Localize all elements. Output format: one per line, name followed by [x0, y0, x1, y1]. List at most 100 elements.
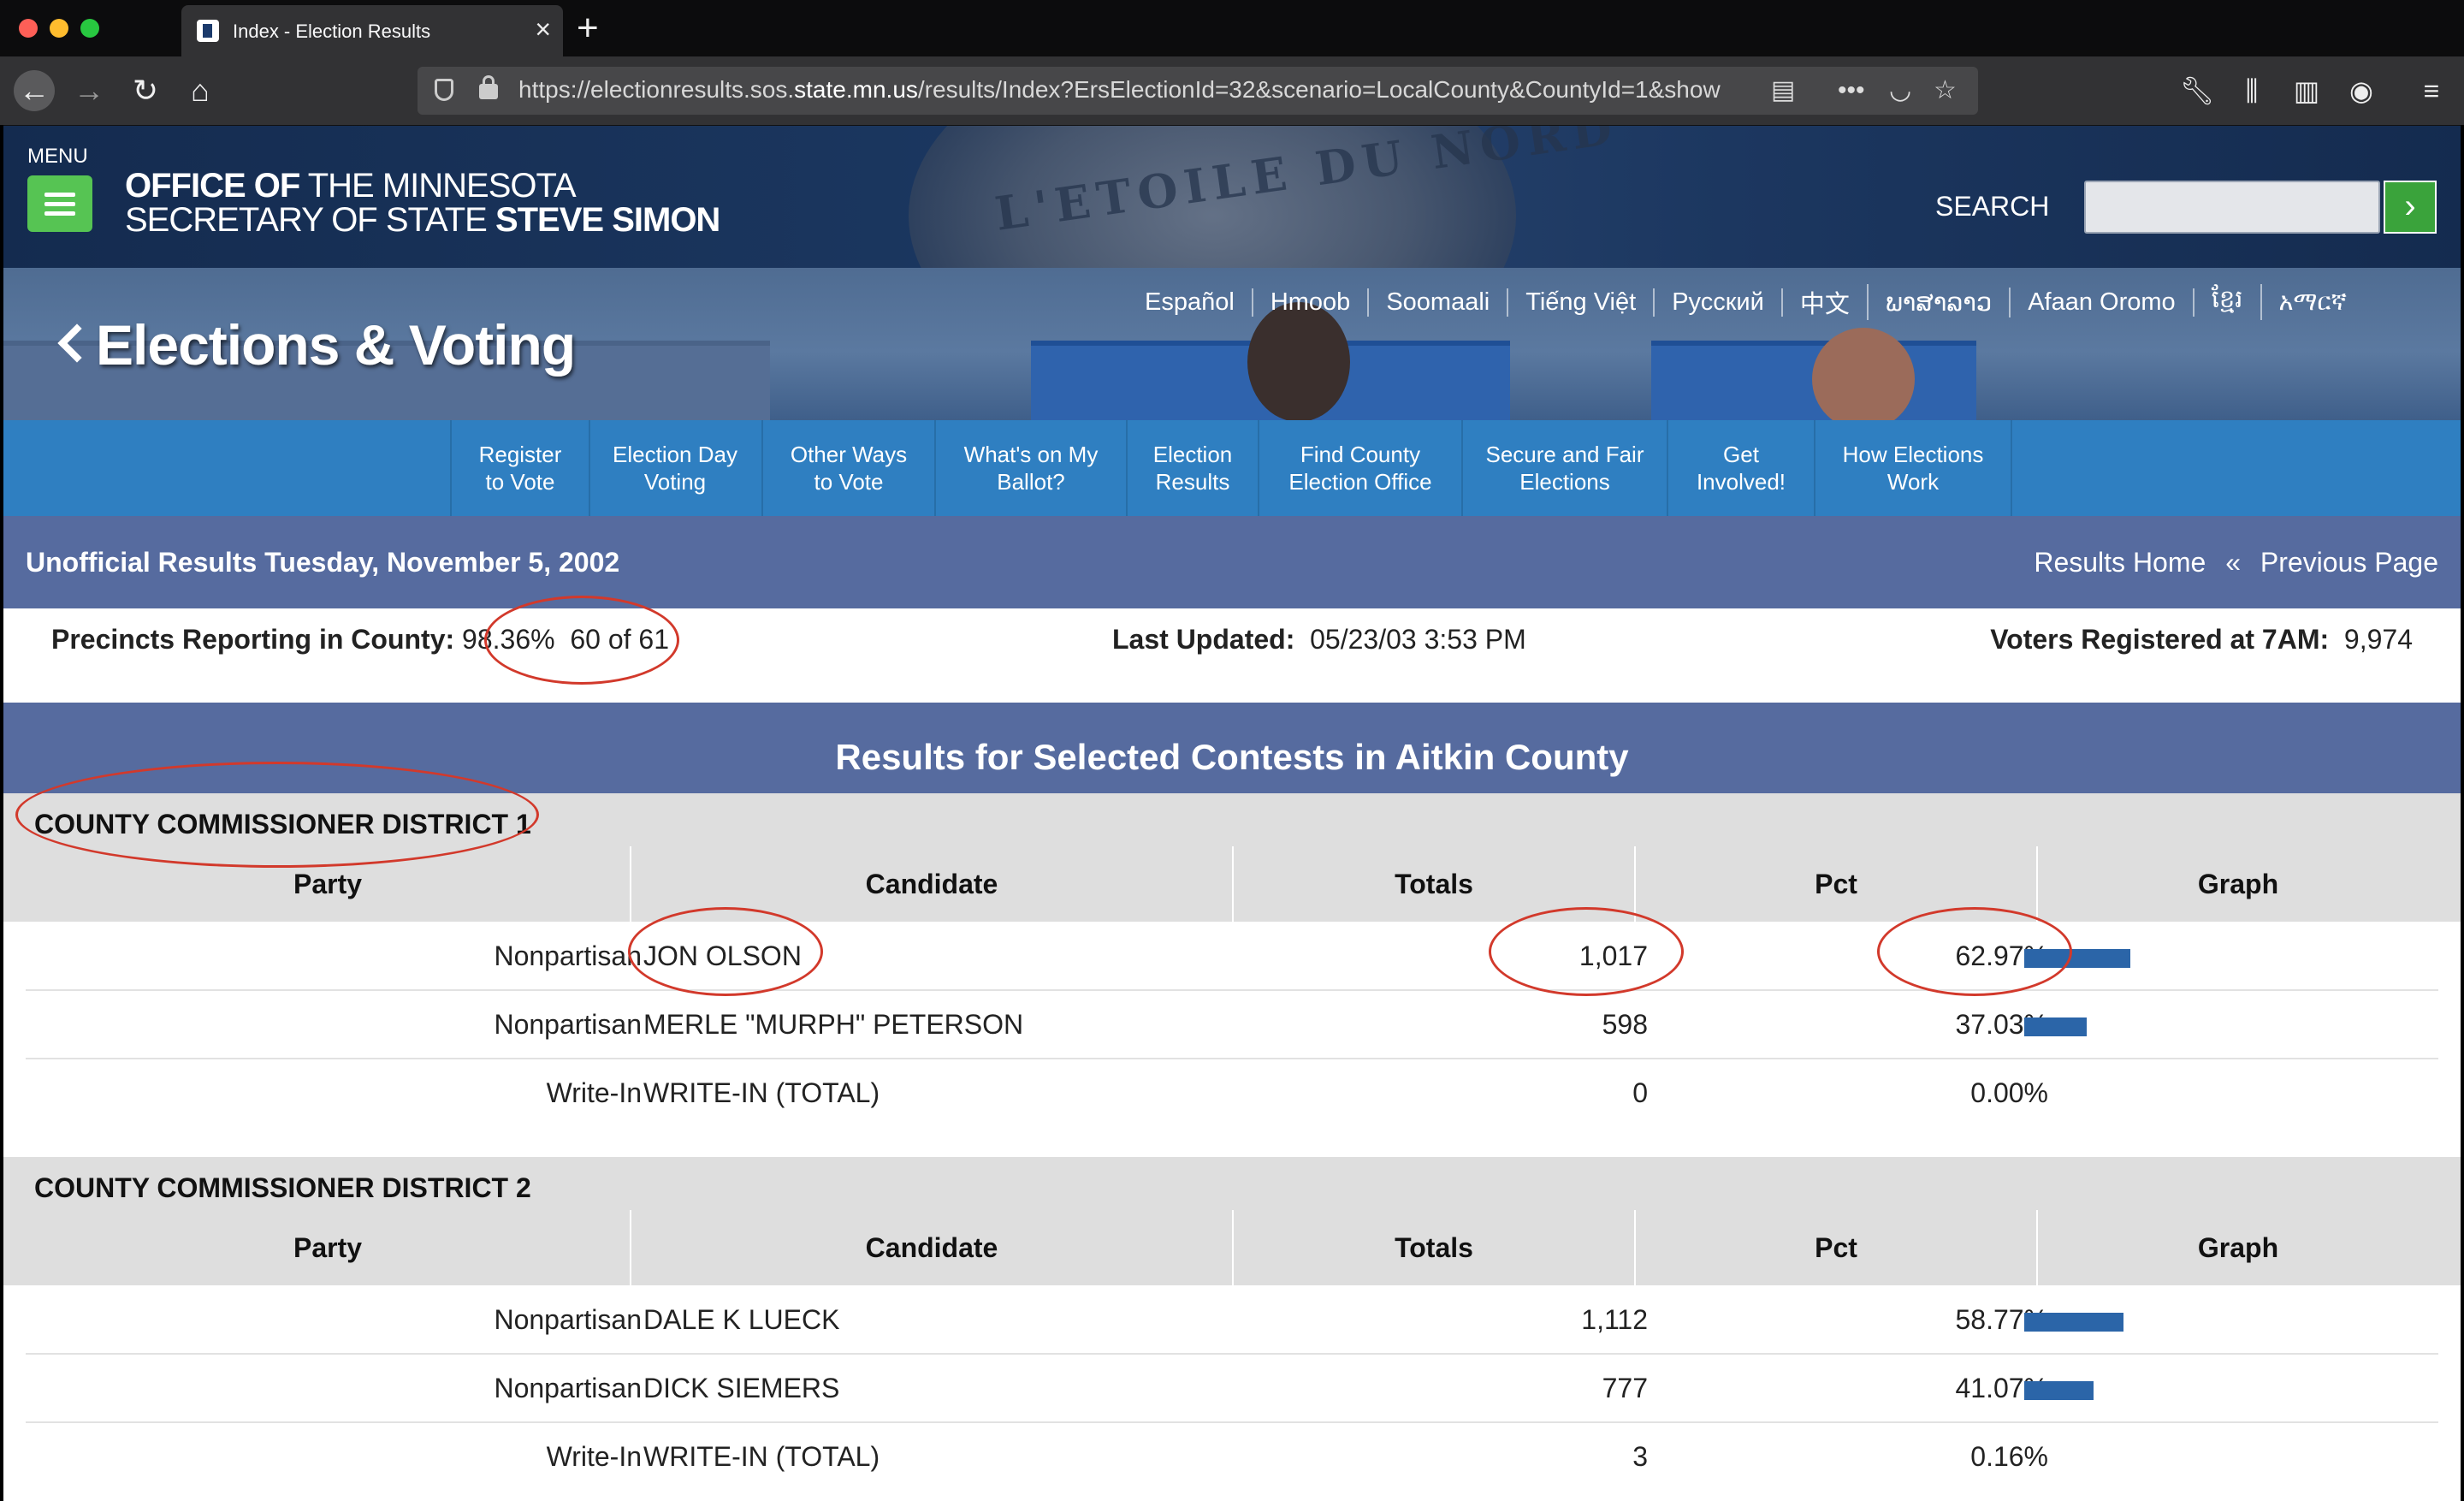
nav-item-label: Other Ways [790, 442, 908, 467]
column-header[interactable]: Party [26, 1210, 630, 1285]
results-heading: Unofficial Results Tuesday, November 5, … [26, 547, 620, 578]
language-link[interactable]: Tiếng Việt [1508, 288, 1656, 317]
totals-cell: 3 [1632, 1441, 1648, 1472]
nav-item[interactable]: How Elections Work [1815, 420, 2012, 516]
column-header[interactable]: Totals [1232, 1210, 1634, 1285]
candidate-cell: DALE K LUECK [643, 1304, 840, 1335]
url-text[interactable]: https://electionresults.sos.state.mn.us/… [518, 76, 1849, 104]
language-link[interactable]: Soomaali [1369, 288, 1509, 317]
search-submit-button[interactable]: › [2384, 181, 2437, 234]
page-actions-icon[interactable]: ••• [1838, 74, 1865, 108]
column-header[interactable]: Candidate [630, 1210, 1232, 1285]
office-title-line2[interactable]: SECRETARY OF STATE STEVE SIMON [125, 201, 720, 240]
nav-item[interactable]: Election Results [1128, 420, 1259, 516]
language-link[interactable]: Español [1128, 288, 1253, 317]
back-arrow-icon[interactable]: ← [14, 70, 55, 111]
nav-item-label: to Vote [814, 469, 884, 495]
menu-button[interactable] [27, 175, 92, 232]
nav-item-label: Find County [1300, 442, 1421, 467]
close-tab-icon[interactable]: × [535, 14, 551, 44]
language-link[interactable]: Русский [1655, 288, 1783, 317]
nav-item[interactable]: Other Ways to Vote [763, 420, 936, 516]
minimize-window-button[interactable] [50, 19, 68, 38]
results-header-bar: Unofficial Results Tuesday, November 5, … [0, 516, 2464, 608]
nav-item-label: Election [1152, 442, 1233, 467]
nav-item[interactable]: What's on My Ballot? [936, 420, 1128, 516]
language-link[interactable]: ພາສາລາວ [1869, 287, 2011, 317]
new-tab-plus-icon[interactable]: + [577, 7, 599, 50]
nav-item[interactable]: Election Day Voting [589, 420, 763, 516]
language-link[interactable]: ខ្មែរ [2194, 284, 2262, 320]
vote-share-bar [2024, 949, 2130, 968]
nav-item[interactable]: Find County Election Office [1259, 420, 1463, 516]
forward-arrow-icon[interactable]: → [68, 70, 110, 111]
browser-toolbar: ← → ↻ ⌂ https://electionresults.sos.stat… [0, 56, 2464, 126]
nav-item-label: Election Office [1288, 469, 1432, 495]
pocket-icon[interactable]: ◡ [1889, 74, 1911, 108]
sidebar-icon[interactable]: ▥ [2288, 70, 2325, 111]
results-home-link[interactable]: Results Home [2034, 547, 2206, 578]
hamburger-menu-icon[interactable]: ≡ [2413, 70, 2450, 111]
party-cell: Nonpartisan [494, 1009, 642, 1040]
nav-item-label: Election Day [613, 442, 737, 467]
site-favicon-icon [197, 20, 219, 42]
nav-item[interactable]: Secure and Fair Elections [1463, 420, 1668, 516]
party-cell: Write-In [546, 1441, 642, 1472]
search-input[interactable] [2084, 181, 2380, 234]
language-link[interactable]: 中文 [1783, 284, 1869, 320]
lock-icon[interactable] [479, 75, 498, 99]
precincts-reporting: Precincts Reporting in County: 98.36% 60… [51, 624, 669, 655]
wrench-icon[interactable]: 🔧︎ [2178, 70, 2216, 111]
column-header[interactable]: Graph [2036, 846, 2438, 922]
table-row: Write-In WRITE-IN (TOTAL) 0 0.00% [26, 1059, 2438, 1126]
candidate-cell: WRITE-IN (TOTAL) [643, 1077, 880, 1108]
candidate-cell: WRITE-IN (TOTAL) [643, 1441, 880, 1472]
table-row: Nonpartisan JON OLSON 1,017 62.97% [26, 922, 2438, 991]
tracking-shield-icon[interactable] [435, 79, 453, 101]
vote-share-bar [2024, 1017, 2087, 1036]
column-header[interactable]: Pct [1634, 846, 2036, 922]
contest-header: COUNTY COMMISSIONER DISTRICT 1 Party Candi… [0, 793, 2464, 922]
close-window-button[interactable] [19, 19, 38, 38]
home-icon[interactable]: ⌂ [180, 70, 221, 111]
nav-item-label: Elections [1519, 469, 1610, 495]
column-header[interactable]: Pct [1634, 1210, 2036, 1285]
county-statistics: Precincts Reporting in County: 98.36% 60… [0, 608, 2464, 703]
address-bar[interactable]: https://electionresults.sos.state.mn.us/… [418, 67, 1978, 115]
language-link[interactable]: አማርኛ [2262, 288, 2364, 317]
nav-item[interactable]: Get Involved! [1668, 420, 1815, 516]
column-header[interactable]: Totals [1232, 846, 1634, 922]
account-icon[interactable]: ◉ [2343, 70, 2380, 111]
contest-table: COUNTY COMMISSIONER DISTRICT 1 Party Candi… [0, 793, 2464, 1136]
contests-section-title: Results for Selected Contests in Aitkin … [0, 703, 2464, 793]
maximize-window-button[interactable] [80, 19, 99, 38]
contest-header: COUNTY COMMISSIONER DISTRICT 2 Party Candi… [0, 1157, 2464, 1285]
vote-share-bar [2024, 1381, 2094, 1400]
browser-tab[interactable]: Index - Election Results × [181, 5, 563, 56]
vote-share-bar [2024, 1313, 2123, 1332]
reload-icon[interactable]: ↻ [125, 70, 166, 111]
office-title-line1[interactable]: OFFICE OF THE MINNESOTA [125, 167, 577, 205]
bookmark-star-icon[interactable]: ☆ [1934, 74, 1957, 108]
search-label: SEARCH [1935, 191, 2050, 222]
pct-cell: 0.00% [1970, 1077, 2048, 1108]
nav-item-label: How Elections [1842, 442, 1984, 467]
nav-item[interactable]: Register to Vote [450, 420, 590, 516]
column-header[interactable]: Graph [2036, 1210, 2438, 1285]
table-row: Nonpartisan DALE K LUECK 1,112 58.77% [26, 1285, 2438, 1355]
window-border [2461, 125, 2464, 1501]
contest-table: COUNTY COMMISSIONER DISTRICT 2 Party Candi… [0, 1157, 2464, 1499]
nav-item-label: Register [478, 442, 562, 467]
library-icon[interactable]: ⫼ [2233, 70, 2271, 111]
nav-item-label: Results [1155, 469, 1230, 495]
party-cell: Nonpartisan [494, 1373, 642, 1403]
language-link[interactable]: Afaan Oromo [2011, 288, 2194, 317]
reader-view-icon[interactable]: ▤ [1771, 74, 1795, 108]
column-header[interactable]: Party [26, 846, 630, 922]
previous-page-link[interactable]: Previous Page [2260, 547, 2438, 578]
section-title-elections-voting[interactable]: Elections & Voting [96, 312, 576, 377]
language-link[interactable]: Hmoob [1253, 288, 1370, 317]
totals-cell: 777 [1602, 1373, 1648, 1403]
column-header[interactable]: Candidate [630, 846, 1232, 922]
table-row: Nonpartisan DICK SIEMERS 777 41.07% [26, 1354, 2438, 1423]
